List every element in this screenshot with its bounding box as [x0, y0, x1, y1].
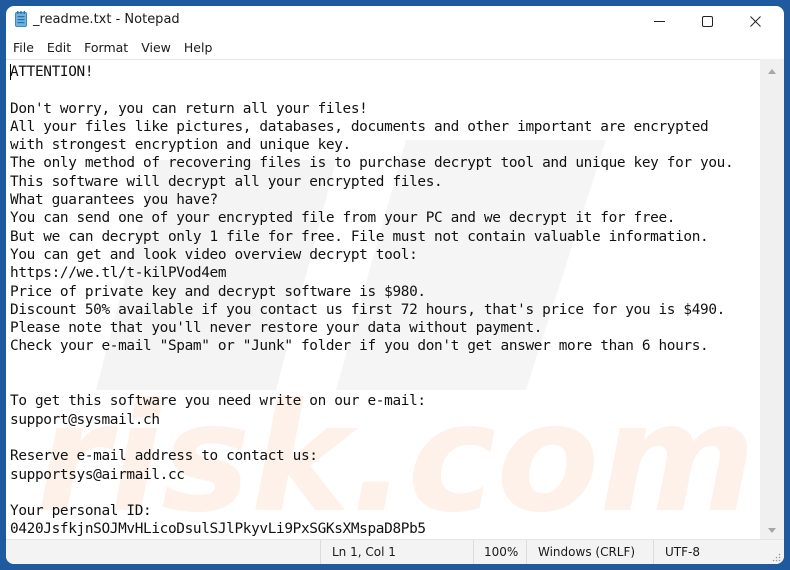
text-line: Check your e-mail "Spam" or "Junk" folde… [10, 338, 709, 355]
text-editor[interactable]: risk.com ATTENTION! Don't worry, you can … [6, 59, 760, 539]
maximize-icon [701, 15, 713, 27]
encoding: UTF-8 [653, 540, 763, 564]
text-line: The only method of recovering files is t… [10, 155, 734, 172]
text-line: with strongest encryption and unique key… [10, 137, 351, 154]
notepad-window: _readme.txt - Notepad File Edit Format V… [6, 6, 784, 564]
text-line: Your personal ID: [10, 503, 152, 520]
menu-bar: File Edit Format View Help [6, 36, 784, 58]
scroll-up-icon[interactable] [768, 69, 776, 74]
maximize-button[interactable] [684, 6, 730, 36]
text-line: All your files like pictures, databases,… [10, 118, 709, 135]
title-bar[interactable]: _readme.txt - Notepad [6, 6, 784, 36]
text-line: You can send one of your encrypted file … [10, 210, 676, 227]
text-line: To get this software you need write on o… [10, 393, 426, 410]
text-line [10, 484, 760, 502]
text-caret [10, 64, 11, 80]
text-line: What guarantees you have? [10, 192, 218, 209]
close-icon [749, 15, 761, 27]
line-ending: Windows (CRLF) [526, 540, 653, 564]
text-line: supportsys@airmail.cc [10, 466, 185, 483]
close-button[interactable] [732, 6, 778, 36]
window-title: _readme.txt - Notepad [33, 12, 180, 27]
text-line [10, 374, 760, 392]
text-line: You can get and look video overview decr… [10, 246, 418, 263]
text-line: Please note that you'll never restore yo… [10, 320, 543, 337]
menu-format[interactable]: Format [84, 40, 135, 55]
text-line: ATTENTION! [10, 64, 94, 80]
text-line [10, 81, 760, 99]
text-line: Discount 50% available if you contact us… [10, 301, 725, 318]
text-line: But we can decrypt only 1 file for free.… [10, 228, 709, 245]
scroll-down-icon[interactable] [768, 528, 776, 533]
vertical-scrollbar[interactable] [760, 59, 784, 539]
minimize-icon [653, 16, 665, 27]
menu-view[interactable]: View [141, 40, 178, 55]
text-line: https://we.tl/t-kilPVod4em [10, 265, 227, 282]
resize-grip-icon[interactable] [771, 551, 781, 562]
text-line [10, 429, 760, 447]
text-line: This software will decrypt all your encr… [10, 173, 443, 190]
status-bar: Ln 1, Col 1 100% Windows (CRLF) UTF-8 [6, 539, 784, 564]
text-line: Price of private key and decrypt softwar… [10, 283, 426, 300]
cursor-position: Ln 1, Col 1 [320, 540, 473, 564]
zoom-level: 100% [473, 540, 526, 564]
text-line: support@sysmail.ch [10, 411, 160, 428]
notepad-icon [15, 11, 27, 27]
menu-edit[interactable]: Edit [47, 40, 78, 55]
document-text[interactable]: ATTENTION! Don't worry, you can return al… [10, 63, 760, 539]
text-line [10, 356, 760, 374]
minimize-button[interactable] [636, 6, 682, 36]
text-line: 0420JsfkjnSOJMvHLicoDsulSJlPkyvLi9PxSGKs… [10, 521, 426, 538]
menu-file[interactable]: File [13, 40, 41, 55]
text-line: Reserve e-mail address to contact us: [10, 448, 318, 465]
text-line: Don't worry, you can return all your fil… [10, 100, 368, 117]
menu-help[interactable]: Help [184, 40, 220, 55]
